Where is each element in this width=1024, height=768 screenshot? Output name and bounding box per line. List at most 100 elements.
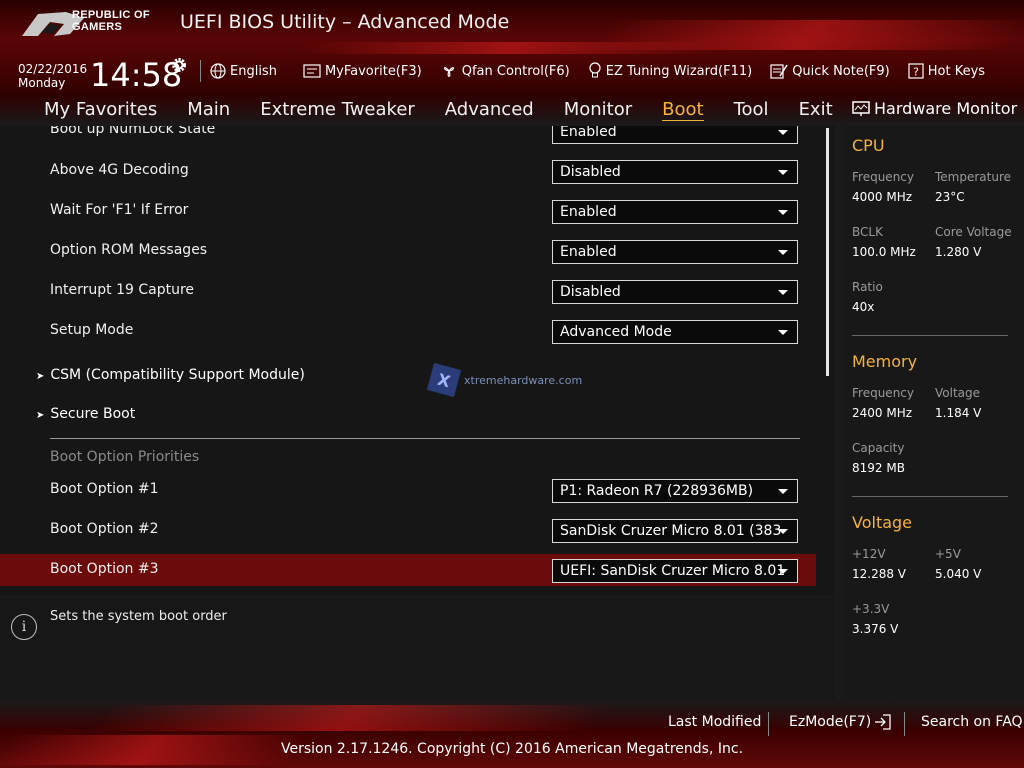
dropdown-arrow-icon — [778, 130, 788, 135]
setting-dropdown[interactable]: Disabled — [552, 280, 798, 304]
boot-option-dropdown[interactable]: SanDisk Cruzer Micro 8.01 (383 — [552, 519, 798, 543]
boot-option-label: Boot Option #2 — [50, 521, 159, 537]
exit-arrow-icon — [875, 714, 891, 730]
background-streak — [89, 705, 611, 731]
dropdown-value: Enabled — [560, 204, 617, 220]
quick-note-button[interactable]: Quick Note(F9) — [770, 63, 890, 79]
language-label: English — [230, 63, 277, 79]
settings-panel: Boot up NumLock State Enabled Above 4G D… — [0, 126, 835, 596]
boot-option-dropdown[interactable]: P1: Radeon R7 (228936MB) — [552, 479, 798, 503]
cpu-temperature-value: 23°C — [935, 190, 965, 204]
tab-extreme-tweaker[interactable]: Extreme Tweaker — [260, 99, 415, 121]
memory-frequency-label: Frequency — [852, 386, 914, 400]
fan-icon — [443, 67, 454, 77]
tab-exit[interactable]: Exit — [799, 99, 833, 121]
submenu-secure-boot[interactable]: ➤ Secure Boot — [36, 406, 135, 422]
watermark-logo-icon: X — [426, 362, 462, 398]
setting-dropdown[interactable]: Advanced Mode — [552, 320, 798, 344]
dropdown-value: Advanced Mode — [560, 324, 672, 340]
memory-voltage-value: 1.184 V — [935, 406, 982, 420]
submenu-label: CSM (Compatibility Support Module) — [50, 367, 305, 383]
voltage-5v-value: 5.040 V — [935, 567, 982, 581]
dropdown-value: Enabled — [560, 244, 617, 260]
hot-keys-button[interactable]: ? Hot Keys — [908, 63, 985, 79]
memory-frequency-value: 2400 MHz — [852, 406, 913, 420]
boot-option-label: Boot Option #3 — [50, 561, 159, 577]
hardware-monitor-label: Hardware Monitor — [874, 99, 1018, 118]
memory-section-title: Memory — [852, 352, 918, 371]
boot-option-dropdown[interactable]: UEFI: SanDisk Cruzer Micro 8.01 — [552, 559, 798, 583]
language-button[interactable]: English — [210, 63, 277, 79]
setting-dropdown[interactable]: Enabled — [552, 200, 798, 224]
dropdown-value: SanDisk Cruzer Micro 8.01 (383 — [560, 523, 782, 539]
info-icon: i — [11, 614, 37, 640]
setting-label: Boot up NumLock State — [50, 126, 216, 137]
tab-advanced[interactable]: Advanced — [445, 99, 534, 121]
cpu-core-voltage-label: Core Voltage — [935, 225, 1012, 239]
setting-dropdown[interactable]: Enabled — [552, 126, 798, 144]
note-icon — [770, 64, 788, 79]
tab-monitor[interactable]: Monitor — [564, 99, 632, 121]
qfan-control-button[interactable]: Qfan Control(F6) — [440, 62, 570, 80]
copyright-text: Version 2.17.1246. Copyright (C) 2016 Am… — [280, 741, 744, 757]
dropdown-arrow-icon — [778, 210, 788, 215]
ez-mode-button[interactable]: EzMode(F7) — [789, 714, 892, 730]
voltage-12v-label: +12V — [852, 547, 886, 561]
globe-icon — [210, 63, 226, 79]
dropdown-value: Disabled — [560, 284, 621, 300]
watermark-text: xtremehardware.com — [464, 373, 583, 387]
search-faq-button[interactable]: Search on FAQ — [921, 714, 1023, 730]
quick-note-label: Quick Note(F9) — [792, 63, 890, 79]
tab-tool[interactable]: Tool — [734, 99, 769, 121]
section-label: Boot Option Priorities — [50, 449, 200, 465]
cpu-temperature-label: Temperature — [935, 170, 1012, 184]
voltage-5v-label: +5V — [935, 547, 961, 561]
dropdown-value: UEFI: SanDisk Cruzer Micro 8.01 — [560, 563, 786, 579]
hot-keys-label: Hot Keys — [927, 63, 986, 79]
setting-label: Option ROM Messages — [50, 242, 208, 258]
setting-label: Wait For 'F1' If Error — [50, 202, 189, 218]
setting-label: Interrupt 19 Capture — [50, 282, 194, 298]
cpu-ratio-label: Ratio — [852, 280, 883, 294]
search-faq-label: Search on FAQ — [921, 714, 1023, 730]
clock: 14:58 — [90, 56, 183, 94]
scrollbar[interactable] — [826, 128, 829, 376]
divider — [200, 60, 201, 82]
tab-my-favorites[interactable]: My Favorites — [44, 99, 157, 121]
chevron-right-icon: ➤ — [36, 410, 45, 421]
lightbulb-icon — [589, 62, 601, 78]
last-modified-label: Last Modified — [668, 714, 762, 730]
dropdown-value: Enabled — [560, 126, 617, 140]
submenu-csm[interactable]: ➤ CSM (Compatibility Support Module) — [36, 367, 305, 383]
cpu-frequency-value: 4000 MHz — [852, 190, 913, 204]
cpu-ratio-value: 40x — [852, 300, 875, 314]
dropdown-arrow-icon — [778, 330, 788, 335]
ez-mode-label: EzMode(F7) — [789, 714, 872, 730]
rog-logo-text: REPUBLIC OF GAMERS — [72, 9, 150, 33]
divider — [852, 496, 1008, 497]
logo-line-2: GAMERS — [72, 21, 123, 33]
favorite-icon — [303, 64, 321, 78]
dropdown-value: Disabled — [560, 164, 621, 180]
voltage-section-title: Voltage — [852, 513, 913, 532]
memory-capacity-label: Capacity — [852, 441, 905, 455]
date-text: 02/22/2016 — [18, 62, 88, 76]
gear-icon[interactable] — [170, 56, 188, 74]
dropdown-value: P1: Radeon R7 (228936MB) — [560, 483, 754, 499]
voltage-33v-value: 3.376 V — [852, 622, 899, 636]
setting-dropdown[interactable]: Enabled — [552, 240, 798, 264]
tab-boot[interactable]: Boot — [662, 99, 704, 121]
monitor-icon — [852, 100, 870, 116]
setting-dropdown[interactable]: Disabled — [552, 160, 798, 184]
my-favorite-button[interactable]: MyFavorite(F3) — [303, 64, 422, 79]
last-modified-button[interactable]: Last Modified — [668, 714, 761, 730]
tab-main[interactable]: Main — [187, 99, 230, 121]
divider — [50, 438, 800, 439]
qfan-label: Qfan Control(F6) — [461, 63, 570, 79]
ez-tuning-button[interactable]: EZ Tuning Wizard(F11) — [588, 62, 752, 80]
date-display: 02/22/2016 Monday — [18, 62, 87, 90]
boot-option-label: Boot Option #1 — [50, 481, 159, 497]
cpu-section-title: CPU — [852, 136, 885, 155]
submenu-label: Secure Boot — [50, 406, 136, 422]
memory-voltage-label: Voltage — [935, 386, 981, 400]
